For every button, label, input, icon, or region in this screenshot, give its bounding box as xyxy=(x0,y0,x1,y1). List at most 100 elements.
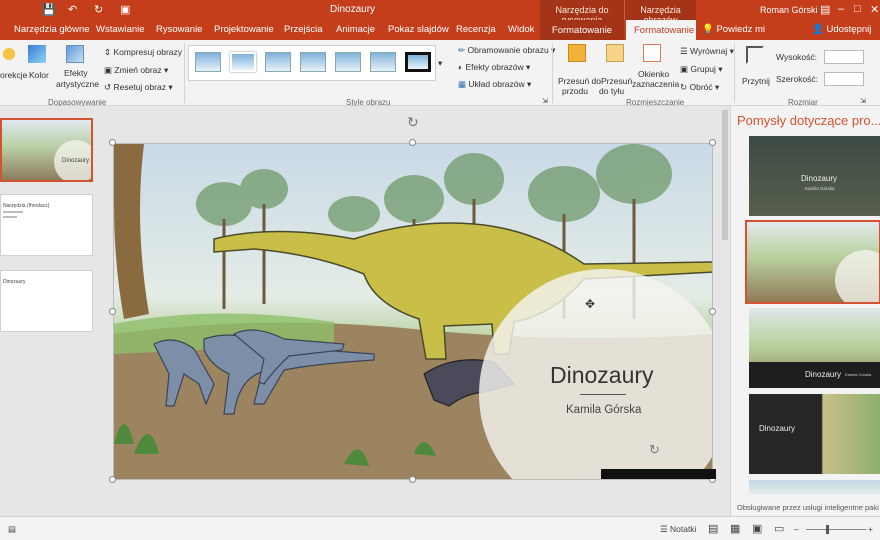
slideshow-view-icon[interactable]: ▭ xyxy=(774,522,784,535)
slide-thumbnail-1[interactable]: Dinozaury xyxy=(0,118,93,182)
bring-forward-label-1[interactable]: Przesuń do xyxy=(558,76,601,86)
send-backward-icon[interactable] xyxy=(606,44,624,62)
rotate-button[interactable]: ↻ Obróć ▾ xyxy=(680,82,719,93)
crop-label[interactable]: Przytnij xyxy=(742,76,770,86)
slide-subtitle[interactable]: Kamila Górska xyxy=(566,404,641,416)
close-icon[interactable]: ✕ xyxy=(870,3,879,16)
design-idea-2[interactable] xyxy=(745,220,880,304)
zoom-out-icon[interactable]: – xyxy=(794,524,799,534)
resize-handle-n[interactable] xyxy=(409,139,416,146)
artistic-effects-label-2[interactable]: artystyczne xyxy=(56,79,99,89)
resize-handle-nw[interactable] xyxy=(109,139,116,146)
color-icon[interactable] xyxy=(28,45,46,63)
selection-pane-label-2[interactable]: zaznaczenia xyxy=(632,79,679,89)
tab-animations[interactable]: Animacje xyxy=(336,24,375,35)
picture-effects-button[interactable]: ◐ Efekty obrazów ▾ xyxy=(458,62,530,73)
minimize-icon[interactable]: – xyxy=(838,3,844,15)
idea-subtitle: Kamila Górska xyxy=(845,372,872,377)
height-input[interactable] xyxy=(824,50,864,64)
resize-handle-s[interactable] xyxy=(409,476,416,483)
image-credit-caption[interactable] xyxy=(601,469,716,479)
picture-styles-gallery[interactable] xyxy=(188,45,436,81)
picture-style-2[interactable] xyxy=(230,52,256,72)
send-backward-label-2[interactable]: do tyłu xyxy=(599,86,624,96)
artistic-effects-icon[interactable] xyxy=(66,45,84,63)
styles-dialog-launcher-icon[interactable]: ⇲ xyxy=(542,97,548,105)
user-name[interactable]: Roman Górski xyxy=(760,5,818,15)
resize-handle-w[interactable] xyxy=(109,308,116,315)
picture-style-5[interactable] xyxy=(335,52,361,72)
vertical-scrollbar[interactable] xyxy=(720,106,730,516)
gallery-more-icon[interactable]: ▾ xyxy=(438,58,442,69)
design-idea-3[interactable]: Dinozaury Kamila Górska xyxy=(749,308,880,388)
picture-border-label: Obramowanie obrazu xyxy=(467,45,549,55)
tab-view[interactable]: Widok xyxy=(508,24,534,35)
tell-me-search[interactable]: 💡 Powiedz mi xyxy=(702,24,765,35)
reset-picture-button[interactable]: ↺ Resetuj obraz ▾ xyxy=(104,82,173,93)
picture-style-3[interactable] xyxy=(265,52,291,72)
ribbon-options-icon[interactable]: ▤ xyxy=(820,3,830,16)
align-button[interactable]: ☰ Wyrównaj ▾ xyxy=(680,46,734,57)
tab-design[interactable]: Projektowanie xyxy=(214,24,274,35)
tab-insert[interactable]: Wstawianie xyxy=(96,24,145,35)
rotate-handle-icon[interactable]: ↻ xyxy=(407,114,419,131)
tab-home[interactable]: Narzędzia główne xyxy=(14,24,90,35)
crop-icon[interactable] xyxy=(746,46,764,64)
normal-view-icon[interactable]: ▤ xyxy=(708,522,718,535)
bring-forward-icon[interactable] xyxy=(568,44,586,62)
undo-icon[interactable]: ↶ xyxy=(68,3,77,16)
picture-style-1[interactable] xyxy=(195,52,221,72)
scrollbar-thumb[interactable] xyxy=(722,110,728,240)
slide-title[interactable]: Dinozaury xyxy=(550,362,654,389)
corrections-label[interactable]: orekcje xyxy=(0,70,27,80)
width-input[interactable] xyxy=(824,72,864,86)
picture-layout-button[interactable]: ▦ Układ obrazów ▾ xyxy=(458,79,531,90)
tab-slideshow[interactable]: Pokaz slajdów xyxy=(388,24,449,35)
change-picture-button[interactable]: ▣ Zmień obraz ▾ xyxy=(104,65,168,76)
selection-pane-label-1[interactable]: Okienko xyxy=(638,69,669,79)
slide-sorter-icon[interactable]: ▦ xyxy=(730,522,740,535)
design-idea-5[interactable] xyxy=(749,480,880,494)
picture-style-7[interactable] xyxy=(405,52,431,72)
artistic-effects-label-1[interactable]: Efekty xyxy=(64,68,88,78)
zoom-slider-thumb[interactable] xyxy=(826,525,829,534)
reading-view-icon[interactable]: ▣ xyxy=(752,522,762,535)
compress-button[interactable]: ⇕ Kompresuj obrazy xyxy=(104,47,182,58)
maximize-icon[interactable]: □ xyxy=(854,3,861,15)
share-button[interactable]: 👤 Udostępnij xyxy=(812,24,871,35)
size-dialog-launcher-icon[interactable]: ⇲ xyxy=(860,97,866,105)
resize-handle-ne[interactable] xyxy=(709,139,716,146)
resize-handle-e[interactable] xyxy=(709,308,716,315)
slide-thumbnail-2[interactable]: Narzędzia (Ihrodacz) xyxy=(0,194,93,256)
color-label[interactable]: Kolor xyxy=(29,70,49,80)
corrections-icon[interactable] xyxy=(0,45,18,63)
group-button[interactable]: ▣ Grupuj ▾ xyxy=(680,64,723,75)
send-backward-label-1[interactable]: Przesuń xyxy=(601,76,632,86)
picture-border-button[interactable]: ✏ Obramowanie obrazu ▾ xyxy=(458,45,555,56)
save-icon[interactable]: 💾 xyxy=(42,3,56,16)
redo-icon[interactable]: ↻ xyxy=(94,3,103,16)
present-icon[interactable]: ▣ xyxy=(120,3,130,16)
design-idea-1[interactable]: Dinozaury Kamila Górska xyxy=(749,136,880,216)
separator xyxy=(734,43,735,103)
thumbnail-title: Dinozaury xyxy=(62,158,90,164)
tab-format-drawing[interactable]: Formatowanie xyxy=(540,20,624,40)
title-divider xyxy=(580,394,626,395)
design-idea-4[interactable]: Dinozaury xyxy=(749,394,880,474)
tab-transitions[interactable]: Przejścia xyxy=(284,24,323,35)
tab-review[interactable]: Recenzja xyxy=(456,24,496,35)
zoom-in-icon[interactable]: + xyxy=(868,524,873,534)
selection-pane-icon[interactable] xyxy=(643,44,661,62)
bring-forward-label-2[interactable]: przodu xyxy=(562,86,588,96)
resize-handle-sw[interactable] xyxy=(109,476,116,483)
tab-draw[interactable]: Rysowanie xyxy=(156,24,202,35)
zoom-slider[interactable] xyxy=(806,529,866,530)
picture-style-6[interactable] xyxy=(370,52,396,72)
accessibility-icon[interactable]: ▤ xyxy=(8,524,16,535)
slide-thumbnail-3[interactable]: Dinozaury xyxy=(0,270,93,332)
slide-picture[interactable]: Dinozaury Kamila Górska xyxy=(113,143,713,480)
rotate-handle-icon[interactable]: ↻ xyxy=(649,442,660,458)
picture-style-4[interactable] xyxy=(300,52,326,72)
notes-button[interactable]: ☰ Notatki xyxy=(660,524,696,535)
tab-format-picture[interactable]: Formatowanie xyxy=(626,20,696,40)
